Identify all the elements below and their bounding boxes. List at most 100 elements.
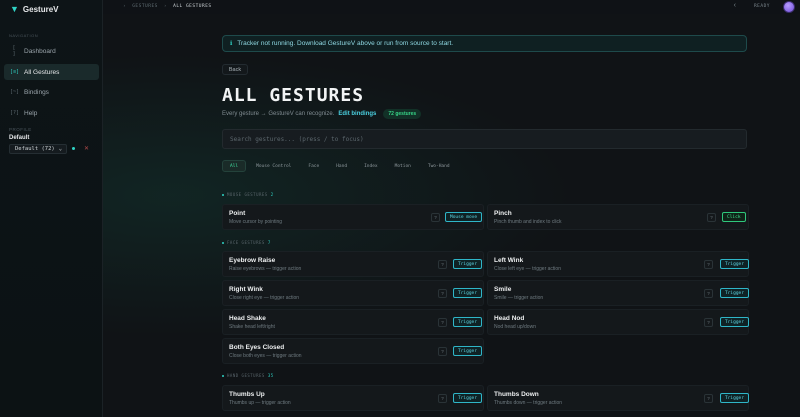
action-badge[interactable]: Trigger	[453, 393, 482, 403]
gesture-card[interactable]: Pinch Pinch thumb and index to click ? C…	[487, 204, 749, 230]
help-icon[interactable]: ?	[707, 213, 716, 222]
profile-name: Default	[9, 135, 30, 141]
gesture-name: Right Wink	[229, 286, 263, 293]
gesture-card[interactable]: Right Wink Close right eye — trigger act…	[222, 280, 484, 306]
tracker-alert: ℹ Tracker not running. Download GestureV…	[222, 35, 747, 52]
gesture-name: Thumbs Up	[229, 391, 265, 398]
gesture-desc: Nod head up/down	[494, 324, 536, 330]
tab-mouse-control[interactable]: Mouse Control	[249, 160, 298, 172]
section-header-hand: HAND GESTURES 35	[222, 373, 274, 378]
gesture-name: Smile	[494, 286, 512, 293]
gesture-card[interactable]: Head Nod Nod head up/down ? Trigger	[487, 309, 749, 335]
status-text: READY	[753, 4, 770, 9]
help-icon[interactable]: ?	[704, 394, 713, 403]
page-subtitle: Every gesture → GestureV can recognize. …	[222, 109, 422, 119]
delete-profile-button[interactable]: ✕	[84, 145, 89, 152]
tab-hand[interactable]: Hand	[329, 160, 354, 172]
section-dot	[222, 193, 224, 196]
chevron-right-icon: ›	[163, 4, 168, 9]
page-title: ALL GESTURES	[222, 85, 365, 106]
category-tabs: All Mouse Control Face Hand Index Motion…	[222, 160, 457, 172]
gesture-name: Thumbs Down	[494, 391, 539, 398]
action-badge[interactable]: Mouse move	[445, 212, 483, 222]
gesture-card[interactable]: Thumbs Down Thumbs down — trigger action…	[487, 385, 749, 411]
gesture-card[interactable]: Head Shake Shake head left/right ? Trigg…	[222, 309, 484, 335]
tab-motion[interactable]: Motion	[388, 160, 418, 172]
action-badge[interactable]: Trigger	[453, 259, 482, 269]
brand[interactable]: ▼ GestureV	[10, 4, 59, 14]
gestures-icon: [≡]	[10, 69, 20, 75]
gesture-name: Point	[229, 210, 246, 217]
breadcrumb-current: ALL GESTURES	[173, 4, 212, 9]
gesture-card[interactable]: Both Eyes Closed Close both eyes — trigg…	[222, 338, 484, 364]
action-badge[interactable]: Trigger	[720, 317, 749, 327]
gesture-card[interactable]: Left Wink Close left eye — trigger actio…	[487, 251, 749, 277]
help-icon[interactable]: ?	[704, 318, 713, 327]
sidebar-section-label: NAVIGATION	[9, 33, 39, 38]
section-header-face: FACE GESTURES 7	[222, 240, 271, 245]
sidebar-item-label: Dashboard	[24, 47, 56, 55]
profile-select[interactable]: Default (72) ⌄	[9, 144, 67, 154]
topbar: › GESTURES › ALL GESTURES ‹ READY	[103, 0, 800, 14]
action-badge[interactable]: Trigger	[720, 259, 749, 269]
section-count: 35	[267, 373, 274, 378]
sidebar-item-all-gestures[interactable]: [≡] All Gestures	[4, 64, 99, 80]
help-icon[interactable]: ?	[438, 394, 447, 403]
action-badge[interactable]: Trigger	[453, 288, 482, 298]
add-profile-button[interactable]	[72, 147, 75, 150]
bindings-icon: [~]	[10, 89, 20, 95]
breadcrumb: › GESTURES › ALL GESTURES	[123, 4, 212, 9]
app-name: GestureV	[22, 4, 59, 14]
logo-icon: ▼	[10, 4, 19, 14]
back-button[interactable]: Back	[222, 64, 248, 75]
search-placeholder: Search gestures... (press / to focus)	[230, 135, 364, 143]
gesture-name: Both Eyes Closed	[229, 344, 285, 351]
gesture-desc: Thumbs up — trigger action	[229, 400, 291, 406]
help-icon[interactable]: ?	[431, 213, 440, 222]
edit-bindings-link[interactable]: Edit bindings	[338, 111, 376, 117]
sidebar-item-dashboard[interactable]: [ ] Dashboard	[4, 43, 99, 59]
section-dot	[222, 374, 224, 377]
chevron-right-icon: ›	[123, 4, 127, 9]
help-icon[interactable]: ?	[704, 260, 713, 269]
breadcrumb-home[interactable]: GESTURES	[132, 4, 158, 9]
section-label: MOUSE GESTURES	[227, 192, 268, 197]
gesture-desc: Thumbs down — trigger action	[494, 400, 563, 406]
sidebar-item-help[interactable]: [?] Help	[4, 105, 99, 121]
tab-index[interactable]: Index	[357, 160, 385, 172]
gesture-name: Head Nod	[494, 315, 525, 322]
gesture-card[interactable]: Thumbs Up Thumbs up — trigger action ? T…	[222, 385, 484, 411]
section-dot	[222, 241, 224, 244]
help-icon[interactable]: ?	[438, 347, 447, 356]
section-label: FACE GESTURES	[227, 240, 265, 245]
gesture-desc: Shake head left/right	[229, 324, 275, 330]
gesture-count-badge: 72 gestures	[383, 109, 422, 119]
alert-text: Tracker not running. Download GestureV a…	[237, 40, 454, 47]
tab-face[interactable]: Face	[301, 160, 326, 172]
gesture-desc: Close left eye — trigger action	[494, 266, 561, 272]
gesture-name: Head Shake	[229, 315, 266, 322]
action-badge[interactable]: Trigger	[453, 317, 482, 327]
collapse-icon[interactable]: ‹	[734, 2, 736, 9]
action-badge[interactable]: Trigger	[720, 393, 749, 403]
tab-all[interactable]: All	[222, 160, 247, 172]
action-badge[interactable]: Click	[722, 212, 746, 222]
search-input[interactable]: Search gestures... (press / to focus)	[222, 129, 747, 149]
gesture-card[interactable]: Eyebrow Raise Raise eyebrows — trigger a…	[222, 251, 484, 277]
action-badge[interactable]: Trigger	[720, 288, 749, 298]
tab-two-hand[interactable]: Two-Hand	[421, 160, 457, 172]
help-icon[interactable]: ?	[704, 289, 713, 298]
action-badge[interactable]: Trigger	[453, 346, 482, 356]
help-icon[interactable]: ?	[438, 289, 447, 298]
gesture-card[interactable]: Point Move cursor by pointing ? Mouse mo…	[222, 204, 484, 230]
gesture-card[interactable]: Smile Smile — trigger action ? Trigger	[487, 280, 749, 306]
section-count: 2	[270, 192, 274, 197]
help-icon[interactable]: ?	[438, 260, 447, 269]
avatar[interactable]	[783, 1, 795, 13]
gesture-desc: Smile — trigger action	[494, 295, 544, 301]
gesture-desc: Close right eye — trigger action	[229, 295, 300, 301]
sidebar-item-label: Help	[24, 109, 38, 117]
sidebar-item-bindings[interactable]: [~] Bindings	[4, 84, 99, 100]
sidebar: ▼ GestureV NAVIGATION [ ] Dashboard [≡] …	[0, 0, 103, 417]
help-icon[interactable]: ?	[438, 318, 447, 327]
